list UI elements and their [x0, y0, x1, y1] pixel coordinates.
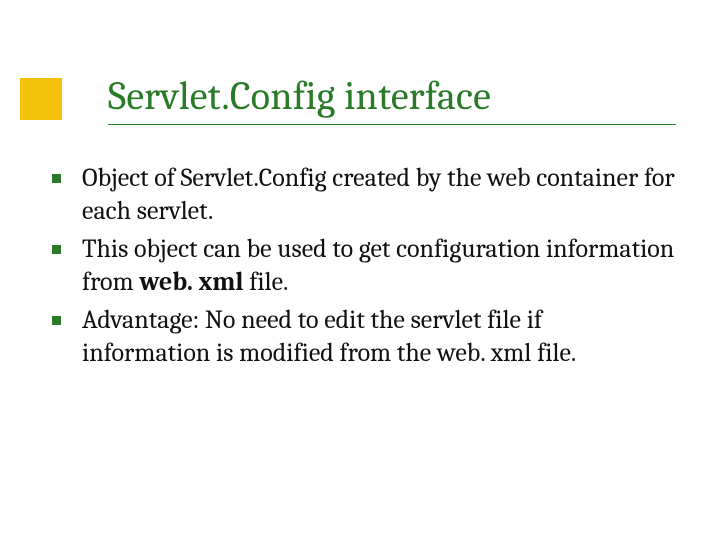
bullet-square-icon	[52, 245, 61, 254]
accent-square	[20, 78, 62, 120]
title-underline	[108, 124, 676, 125]
bullet-text-bold: web. xml	[139, 267, 243, 297]
bullet-list: Object of Servlet.Config created by the …	[44, 162, 676, 369]
list-item: This object can be used to get configura…	[44, 233, 676, 298]
bullet-square-icon	[52, 174, 61, 183]
bullet-text-post: file.	[243, 267, 288, 297]
slide-title: Servlet.Config interface	[108, 74, 676, 118]
bullet-text-pre: Object of Servlet.Config created by the …	[82, 163, 675, 226]
title-block: Servlet.Config interface	[108, 74, 676, 125]
list-item: Object of Servlet.Config created by the …	[44, 162, 676, 227]
slide-body: Object of Servlet.Config created by the …	[44, 162, 676, 375]
list-item: Advantage: No need to edit the servlet f…	[44, 304, 676, 369]
slide: Servlet.Config interface Object of Servl…	[0, 0, 720, 540]
bullet-text-pre: Advantage: No need to edit the servlet f…	[82, 305, 576, 368]
bullet-square-icon	[52, 316, 61, 325]
